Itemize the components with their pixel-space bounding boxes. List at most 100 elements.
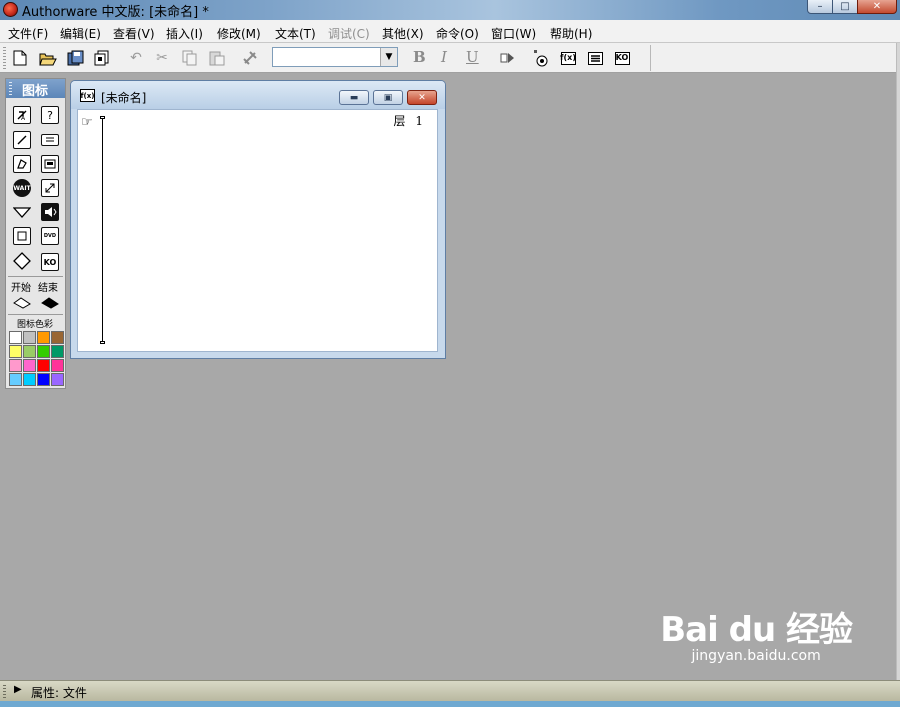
- color-swatch[interactable]: [37, 359, 50, 372]
- maximize-button[interactable]: □: [832, 0, 858, 14]
- decision-icon[interactable]: [13, 252, 31, 270]
- palette-title: 图标: [22, 84, 49, 99]
- palette-grip[interactable]: [9, 82, 12, 95]
- knowledge-box: KO: [614, 51, 630, 65]
- color-swatch[interactable]: [51, 331, 64, 344]
- color-swatch[interactable]: [23, 345, 36, 358]
- menu-window[interactable]: 窗口(W): [491, 25, 536, 42]
- layer-indicator: 层 1: [394, 112, 423, 129]
- end-flag-icon[interactable]: [41, 294, 59, 312]
- menu-other[interactable]: 其他(X): [382, 25, 424, 42]
- design-restore-button[interactable]: ▣: [373, 90, 403, 105]
- design-window-title: [未命名]: [101, 91, 147, 105]
- flowline-canvas[interactable]: ☞ 层 1: [77, 109, 438, 352]
- font-select[interactable]: ▼: [272, 47, 398, 67]
- functions-box: f(x): [560, 51, 576, 65]
- display-icon[interactable]: A: [13, 106, 31, 124]
- design-window-title-bar[interactable]: f(x) [未命名] ▬ ▣ ✕: [71, 81, 445, 109]
- menu-bar: 文件(F) 编辑(E) 查看(V) 插入(I) 修改(M) 文本(T) 调试(C…: [0, 20, 900, 43]
- menu-view[interactable]: 查看(V): [113, 25, 155, 42]
- wait-icon-right[interactable]: [41, 134, 59, 146]
- menu-edit[interactable]: 编辑(E): [60, 25, 101, 42]
- title-bar: Authorware 中文版: [未命名] * – □ ✕: [0, 0, 900, 20]
- knowledge-object-icon[interactable]: KO: [41, 253, 59, 271]
- toolbar: ↶ ✂ ▼ B I U f(x) KO: [0, 43, 900, 73]
- menu-file[interactable]: 文件(F): [8, 25, 48, 42]
- navigate-icon[interactable]: [13, 203, 31, 221]
- functions-icon[interactable]: f(x): [558, 48, 578, 68]
- svg-text:A: A: [21, 115, 26, 121]
- color-swatch[interactable]: [51, 359, 64, 372]
- start-flag-label: 开始: [11, 283, 31, 294]
- color-swatch[interactable]: [9, 345, 22, 358]
- expand-arrow-icon[interactable]: ▶: [14, 684, 22, 695]
- interaction-icon[interactable]: [41, 155, 59, 173]
- new-file-icon[interactable]: [10, 48, 30, 68]
- color-swatch[interactable]: [37, 345, 50, 358]
- design-window: f(x) [未命名] ▬ ▣ ✕ ☞ 层 1: [70, 80, 446, 359]
- baidu-watermark: Bai du 经验 jingyan.baidu.com: [660, 610, 853, 664]
- color-swatch[interactable]: [9, 359, 22, 372]
- menu-debug[interactable]: 调试(C): [328, 25, 370, 42]
- window-right-edge: [896, 43, 900, 680]
- properties-bar[interactable]: ▶ 属性: 文件: [0, 680, 900, 701]
- design-window-icon: f(x): [80, 89, 95, 102]
- import-icon[interactable]: [92, 48, 112, 68]
- menu-command[interactable]: 命令(O): [436, 25, 479, 42]
- toolbar-separator: [650, 45, 651, 71]
- window-controls: – □ ✕: [807, 0, 897, 14]
- window-title: Authorware 中文版: [未命名] *: [22, 5, 209, 20]
- undo-icon[interactable]: ↶: [126, 48, 146, 68]
- erase-icon[interactable]: [13, 131, 31, 149]
- color-swatch[interactable]: [23, 331, 36, 344]
- map-icon[interactable]: [13, 227, 31, 245]
- video-icon[interactable]: DVD: [41, 227, 59, 245]
- control-panel-icon[interactable]: [530, 48, 550, 68]
- palette-divider: [8, 276, 63, 277]
- menu-modify[interactable]: 修改(M): [217, 25, 261, 42]
- motion-icon[interactable]: ?: [41, 106, 59, 124]
- color-swatch[interactable]: [23, 373, 36, 386]
- bold-button[interactable]: B: [413, 48, 426, 66]
- underline-button[interactable]: U: [466, 48, 479, 66]
- save-all-icon[interactable]: [66, 48, 86, 68]
- color-swatch[interactable]: [23, 359, 36, 372]
- color-swatch[interactable]: [51, 345, 64, 358]
- paste-icon[interactable]: [207, 48, 227, 68]
- window-bottom-edge: [0, 701, 900, 707]
- close-button[interactable]: ✕: [857, 0, 897, 14]
- main-flowline[interactable]: [102, 119, 103, 343]
- layer-number: 1: [415, 114, 423, 128]
- authorware-app-icon[interactable]: [3, 2, 18, 17]
- color-swatch[interactable]: [9, 331, 22, 344]
- color-swatch[interactable]: [9, 373, 22, 386]
- movie-icon[interactable]: [41, 179, 59, 197]
- find-icon[interactable]: [240, 48, 260, 68]
- menu-insert[interactable]: 插入(I): [166, 25, 203, 42]
- copy-icon[interactable]: [180, 48, 200, 68]
- variables-icon[interactable]: [585, 48, 605, 68]
- color-swatch[interactable]: [37, 331, 50, 344]
- color-swatch[interactable]: [51, 373, 64, 386]
- sound-icon[interactable]: [41, 203, 59, 221]
- design-close-button[interactable]: ✕: [407, 90, 437, 105]
- minimize-button[interactable]: –: [807, 0, 833, 14]
- open-file-icon[interactable]: [38, 48, 58, 68]
- run-icon[interactable]: [498, 48, 518, 68]
- menu-help[interactable]: 帮助(H): [550, 25, 592, 42]
- icon-color-swatches: [9, 331, 64, 386]
- palette-title-bar[interactable]: 图标: [6, 79, 65, 99]
- cut-icon[interactable]: ✂: [152, 48, 172, 68]
- toolbar-grip[interactable]: [3, 47, 6, 69]
- properties-grip[interactable]: [3, 685, 6, 698]
- color-swatch[interactable]: [37, 373, 50, 386]
- wait-icon[interactable]: WAIT: [13, 179, 31, 197]
- italic-button[interactable]: I: [441, 48, 447, 66]
- paste-hand-icon[interactable]: ☞: [81, 115, 93, 130]
- design-minimize-button[interactable]: ▬: [339, 90, 369, 105]
- calculation-icon-left[interactable]: [13, 155, 31, 173]
- start-flag-icon[interactable]: [13, 294, 31, 312]
- knowledge-objects-icon[interactable]: KO: [612, 48, 632, 68]
- menu-text[interactable]: 文本(T): [275, 25, 316, 42]
- chevron-down-icon[interactable]: ▼: [380, 48, 397, 66]
